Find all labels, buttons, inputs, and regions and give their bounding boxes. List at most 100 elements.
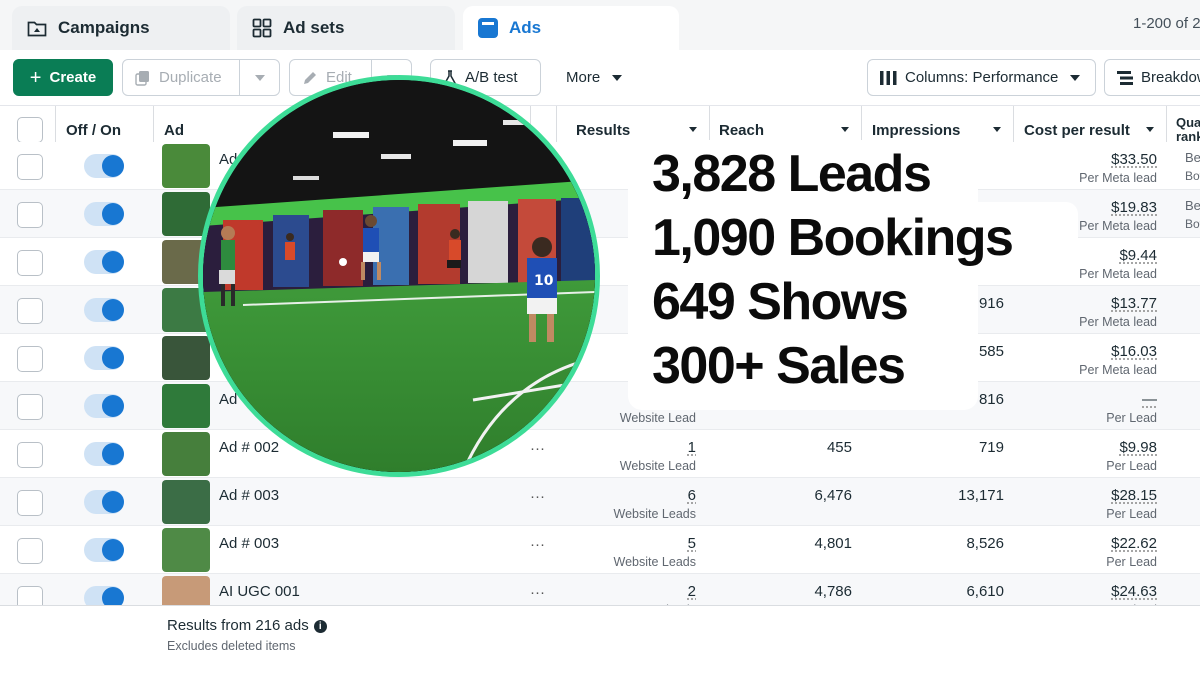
cost-per-result-type: Per Meta lead bbox=[1079, 219, 1157, 233]
ad-status-toggle[interactable] bbox=[84, 298, 124, 322]
cost-per-result-value: $13.77 bbox=[1111, 295, 1157, 312]
table-row[interactable]: ,916 $13.77 Per Meta lead bbox=[0, 286, 1200, 334]
ad-thumbnail[interactable] bbox=[162, 336, 210, 380]
stats-overlay-card: 3,828 Leads 1,090 Bookings 649 Shows 300… bbox=[628, 140, 1078, 410]
columns-icon bbox=[880, 70, 897, 85]
more-icon[interactable]: ··· bbox=[530, 584, 545, 601]
chevron-down-icon bbox=[1146, 127, 1154, 132]
cost-per-result-value: $33.50 bbox=[1111, 151, 1157, 168]
toolbar: + Create Duplicate Edit A/B test More Co… bbox=[0, 50, 1200, 106]
ad-status-toggle[interactable] bbox=[84, 346, 124, 370]
ad-status-toggle[interactable] bbox=[84, 250, 124, 274]
ad-name[interactable]: Ad bbox=[219, 391, 237, 408]
stat-shows: 649 Shows bbox=[652, 273, 909, 331]
stat-sales: 300+ Sales bbox=[652, 337, 906, 395]
more-icon[interactable]: ··· bbox=[530, 440, 545, 457]
table-row[interactable]: Ad # 003 ··· 6 Website Leads 6,476 13,171 $28.… bbox=[0, 478, 1200, 526]
more-icon[interactable]: ··· bbox=[530, 488, 545, 505]
row-checkbox[interactable] bbox=[17, 442, 43, 468]
quality-ranking-detail: Bott bbox=[1185, 217, 1200, 231]
ad-status-toggle[interactable] bbox=[84, 490, 124, 514]
pagination-count: 1-200 of 2 bbox=[1133, 15, 1200, 32]
breakdown-icon bbox=[1117, 70, 1133, 85]
ad-status-toggle[interactable] bbox=[84, 202, 124, 226]
cost-per-result-value: $24.63 bbox=[1111, 583, 1157, 600]
duplicate-dropdown[interactable] bbox=[239, 60, 279, 95]
column-header-ad-label: Ad bbox=[164, 121, 184, 139]
cost-per-result-value: $22.62 bbox=[1111, 535, 1157, 552]
ad-thumbnail[interactable] bbox=[162, 384, 210, 428]
stat-bookings: 1,090 Bookings bbox=[652, 209, 1014, 267]
cost-per-result-value: $28.15 bbox=[1111, 487, 1157, 504]
tab-ads-label: Ads bbox=[509, 18, 542, 37]
row-checkbox[interactable] bbox=[17, 394, 43, 420]
reach-value: 4,786 bbox=[814, 583, 852, 600]
column-header-cost-label: Cost per result bbox=[1024, 121, 1130, 139]
table-row[interactable]: Ad···$33.50Per Meta leadBeBott bbox=[0, 142, 1200, 190]
cost-per-result-value: $19.83 bbox=[1111, 199, 1157, 216]
row-checkbox[interactable] bbox=[17, 250, 43, 276]
table-row[interactable]: Ad # 003 ··· 5 Website Leads 4,801 8,526 $22.6… bbox=[0, 526, 1200, 574]
column-header-reach-label: Reach bbox=[719, 121, 765, 139]
ad-status-toggle[interactable] bbox=[84, 442, 124, 466]
cost-per-result-value: — bbox=[1142, 391, 1157, 408]
ad-thumbnail[interactable] bbox=[162, 144, 210, 188]
results-type: Website Lead bbox=[619, 459, 696, 473]
ad-thumbnail[interactable] bbox=[162, 432, 210, 476]
row-checkbox[interactable] bbox=[17, 538, 43, 564]
create-label: Create bbox=[49, 69, 97, 86]
results-type: Website Lead bbox=[619, 411, 696, 425]
ad-name[interactable]: AI UGC 001 bbox=[219, 583, 300, 600]
table-footer: Results from 216 ads i Excludes deleted i… bbox=[0, 605, 1200, 675]
more-icon[interactable]: ··· bbox=[530, 536, 545, 553]
row-checkbox[interactable] bbox=[17, 154, 43, 180]
cost-per-result-type: Per Lead bbox=[1106, 411, 1157, 425]
table-row[interactable]: Ad # 002 ··· 1 Website Lead 455 719 $9.98 Per L… bbox=[0, 430, 1200, 478]
breakdown-button[interactable]: Breakdow bbox=[1104, 59, 1200, 96]
table-row[interactable]: Ad···Website Lead816—Per Lead bbox=[0, 382, 1200, 430]
chevron-down-icon bbox=[841, 127, 849, 132]
row-checkbox[interactable] bbox=[17, 202, 43, 228]
ad-icon bbox=[477, 17, 499, 39]
ad-status-toggle[interactable] bbox=[84, 538, 124, 562]
duplicate-button[interactable]: Duplicate bbox=[122, 59, 280, 96]
cost-per-result-type: Per Lead bbox=[1106, 507, 1157, 521]
tab-ad-sets[interactable]: Ad sets bbox=[237, 6, 455, 50]
stat-leads: 3,828 Leads bbox=[652, 145, 932, 203]
select-all-checkbox[interactable] bbox=[17, 117, 43, 143]
cost-per-result-type: Per Lead bbox=[1106, 459, 1157, 473]
ad-name[interactable]: Ad # 003 bbox=[219, 487, 279, 504]
create-button[interactable]: + Create bbox=[13, 59, 113, 96]
tab-ads[interactable]: Ads bbox=[463, 6, 679, 50]
ad-name[interactable]: Ad # 003 bbox=[219, 535, 279, 552]
impressions-value: 6,610 bbox=[966, 583, 1004, 600]
ad-thumbnail[interactable] bbox=[162, 528, 210, 572]
row-checkbox[interactable] bbox=[17, 298, 43, 324]
ad-name[interactable]: Ad # 002 bbox=[219, 439, 279, 456]
impressions-value: ,916 bbox=[974, 295, 1004, 312]
table-row[interactable]: 585 $16.03 Per Meta lead bbox=[0, 334, 1200, 382]
pencil-icon bbox=[302, 70, 318, 86]
ad-status-toggle[interactable] bbox=[84, 394, 124, 418]
info-icon[interactable]: i bbox=[313, 620, 327, 633]
cost-per-result-value: $16.03 bbox=[1111, 343, 1157, 360]
chevron-down-icon bbox=[689, 127, 697, 132]
chevron-down-icon bbox=[993, 127, 1001, 132]
row-checkbox[interactable] bbox=[17, 490, 43, 516]
ad-thumbnail[interactable] bbox=[162, 480, 210, 524]
tab-campaigns[interactable]: Campaigns bbox=[12, 6, 230, 50]
more-button[interactable]: More bbox=[553, 59, 639, 96]
column-header-results-label: Results bbox=[576, 121, 631, 139]
reach-value: 6,476 bbox=[814, 487, 852, 504]
ad-status-toggle[interactable] bbox=[84, 154, 124, 178]
cost-per-result-type: Per Meta lead bbox=[1079, 267, 1157, 281]
impressions-value: 816 bbox=[978, 391, 1004, 408]
columns-button[interactable]: Columns: Performance bbox=[867, 59, 1096, 96]
indoor-soccer-photo: 10 bbox=[198, 75, 600, 477]
impressions-value: 719 bbox=[978, 439, 1004, 456]
chevron-down-icon bbox=[612, 74, 623, 81]
chevron-down-icon bbox=[254, 74, 265, 81]
row-checkbox[interactable] bbox=[17, 346, 43, 372]
duplicate-label: Duplicate bbox=[159, 69, 222, 86]
quality-ranking: Be bbox=[1185, 198, 1200, 213]
